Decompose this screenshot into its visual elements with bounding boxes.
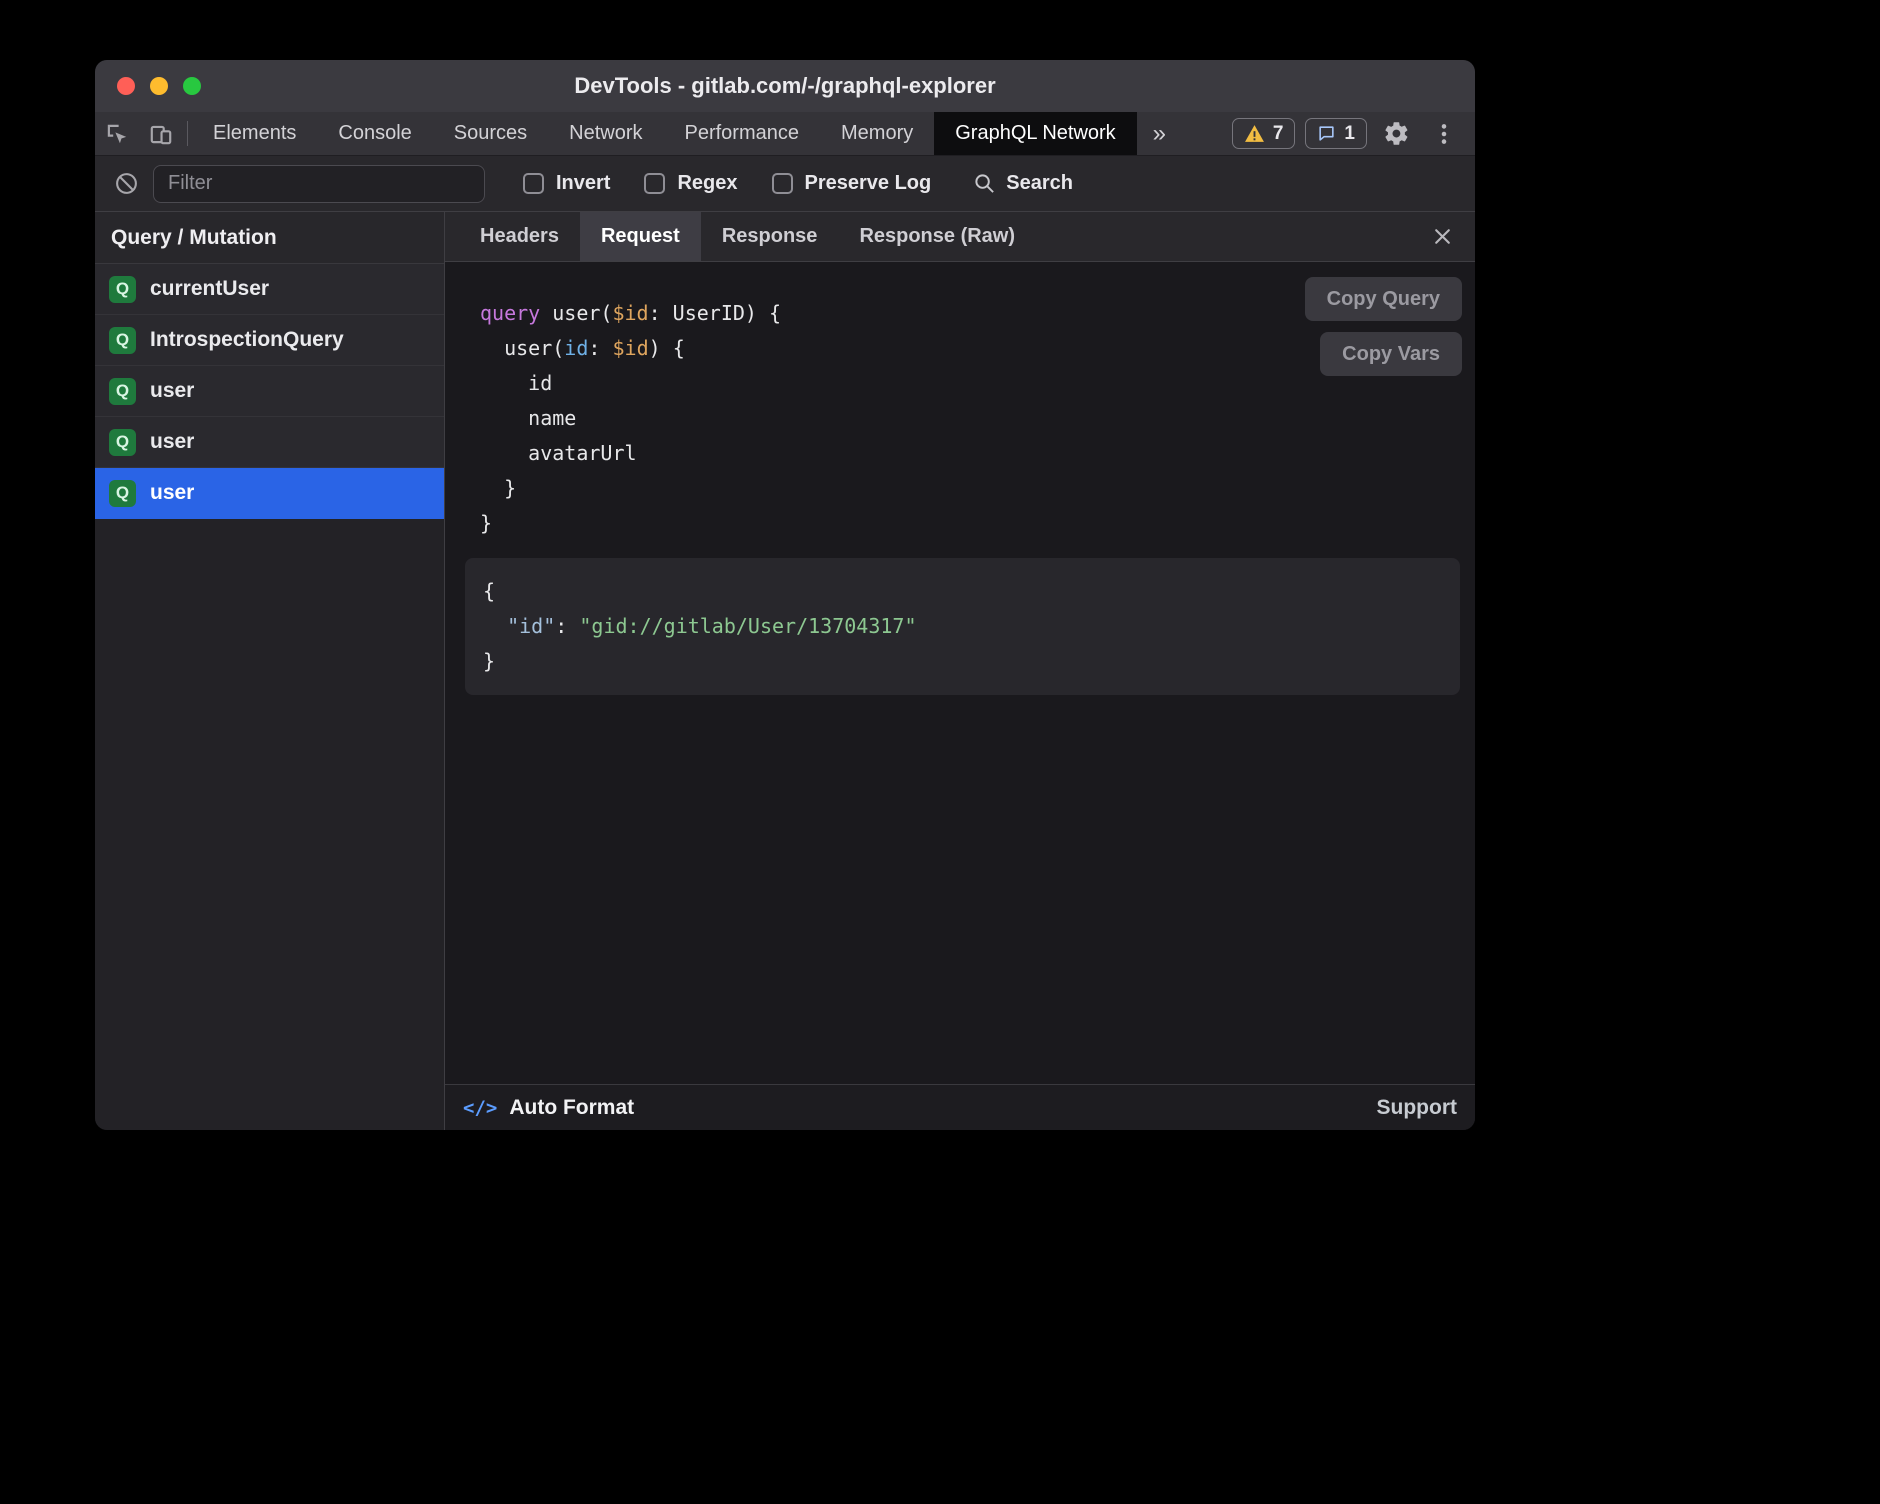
query-type-icon: Q [109,480,136,507]
checkbox-box[interactable] [644,173,665,194]
query-name: IntrospectionQuery [150,328,344,352]
traffic-lights [95,77,201,95]
detail-tab-request[interactable]: Request [580,212,701,261]
query-list-item[interactable]: QcurrentUser [95,264,444,315]
search-label: Search [1006,172,1073,195]
code-line: } [480,506,1475,541]
query-name: user [150,430,194,454]
request-pane: Copy Query Copy Vars query user($id: Use… [445,262,1475,1084]
messages-badge[interactable]: 1 [1305,118,1367,149]
variables-box: { "id": "gid://gitlab/User/13704317"} [465,558,1460,695]
filter-input[interactable] [153,165,485,203]
tab-graphql-network[interactable]: GraphQL Network [934,112,1136,155]
query-type-icon: Q [109,378,136,405]
checkbox-label: Preserve Log [805,172,932,195]
checkbox-label: Regex [677,172,737,195]
close-panel-icon[interactable] [1425,220,1459,254]
tab-elements[interactable]: Elements [192,112,317,155]
code-line: avatarUrl [480,436,1475,471]
filter-checkboxes: Invert Regex Preserve Log [523,172,931,195]
search-control[interactable]: Search [973,172,1073,195]
code-line: { [483,574,1442,609]
clear-block-icon[interactable] [107,165,145,203]
tab-console[interactable]: Console [317,112,432,155]
code-line: "id": "gid://gitlab/User/13704317" [483,609,1442,644]
tabbar-right-cluster: 7 1 [1232,112,1475,155]
support-link[interactable]: Support [1377,1096,1457,1120]
code-line: } [483,644,1442,679]
devtools-tabs: ElementsConsoleSourcesNetworkPerformance… [192,112,1137,155]
checkbox-box[interactable] [772,173,793,194]
checkbox-label: Invert [556,172,610,195]
minimize-window-button[interactable] [150,77,168,95]
auto-format-label: Auto Format [509,1096,634,1120]
code-line: } [480,471,1475,506]
main-area: Query / Mutation QcurrentUserQIntrospect… [95,212,1475,1130]
tab-network[interactable]: Network [548,112,663,155]
detail-panel: HeadersRequestResponseResponse (Raw) Cop… [445,212,1475,1130]
sidebar-header: Query / Mutation [95,212,444,264]
code-line: name [480,401,1475,436]
devtools-tabbar: ElementsConsoleSourcesNetworkPerformance… [95,112,1475,156]
variables-code: { "id": "gid://gitlab/User/13704317"} [483,574,1442,679]
close-window-button[interactable] [117,77,135,95]
auto-format-button[interactable]: </> Auto Format [463,1096,634,1120]
detail-footer: </> Auto Format Support [445,1084,1475,1130]
checkbox-preserve-log[interactable]: Preserve Log [772,172,932,195]
query-list-item[interactable]: Quser [95,366,444,417]
tab-performance[interactable]: Performance [664,112,821,155]
copy-buttons: Copy Query Copy Vars [1305,277,1462,376]
query-name: user [150,379,194,403]
query-name: user [150,481,194,505]
checkbox-invert[interactable]: Invert [523,172,610,195]
devtools-window: DevTools - gitlab.com/-/graphql-explorer… [95,60,1475,1130]
copy-query-button[interactable]: Copy Query [1305,277,1462,321]
message-bubble-icon [1317,124,1336,143]
device-toolbar-icon[interactable] [139,112,183,155]
more-options-kebab-icon[interactable] [1425,115,1463,153]
query-list: QcurrentUserQIntrospectionQueryQuserQuse… [95,264,444,519]
query-list-item[interactable]: Quser [95,417,444,468]
checkbox-box[interactable] [523,173,544,194]
tabbar-divider [187,121,188,146]
message-count: 1 [1344,123,1355,145]
more-tabs-button[interactable]: » [1137,112,1182,155]
query-type-icon: Q [109,327,136,354]
desktop-background: DevTools - gitlab.com/-/graphql-explorer… [0,0,1880,1504]
code-brackets-icon: </> [463,1097,497,1119]
network-toolbar: Invert Regex Preserve Log Search [95,156,1475,212]
query-sidebar: Query / Mutation QcurrentUserQIntrospect… [95,212,445,1130]
query-type-icon: Q [109,429,136,456]
warnings-badge[interactable]: 7 [1232,118,1296,149]
maximize-window-button[interactable] [183,77,201,95]
search-icon [973,172,996,195]
tab-sources[interactable]: Sources [433,112,548,155]
warning-icon [1244,124,1265,143]
detail-tab-response-raw[interactable]: Response (Raw) [838,212,1036,261]
warning-count: 7 [1273,123,1284,145]
detail-tab-response[interactable]: Response [701,212,839,261]
window-title: DevTools - gitlab.com/-/graphql-explorer [95,73,1475,99]
query-list-item[interactable]: Quser [95,468,444,519]
detail-tabs: HeadersRequestResponseResponse (Raw) [459,212,1036,261]
tab-memory[interactable]: Memory [820,112,934,155]
query-name: currentUser [150,277,269,301]
detail-tabs-row: HeadersRequestResponseResponse (Raw) [445,212,1475,262]
titlebar: DevTools - gitlab.com/-/graphql-explorer [95,60,1475,112]
copy-vars-button[interactable]: Copy Vars [1320,332,1462,376]
inspect-element-icon[interactable] [95,112,139,155]
detail-tab-headers[interactable]: Headers [459,212,580,261]
query-type-icon: Q [109,276,136,303]
settings-gear-icon[interactable] [1377,115,1415,153]
query-list-item[interactable]: Q IntrospectionQuery [95,315,444,366]
checkbox-regex[interactable]: Regex [644,172,737,195]
